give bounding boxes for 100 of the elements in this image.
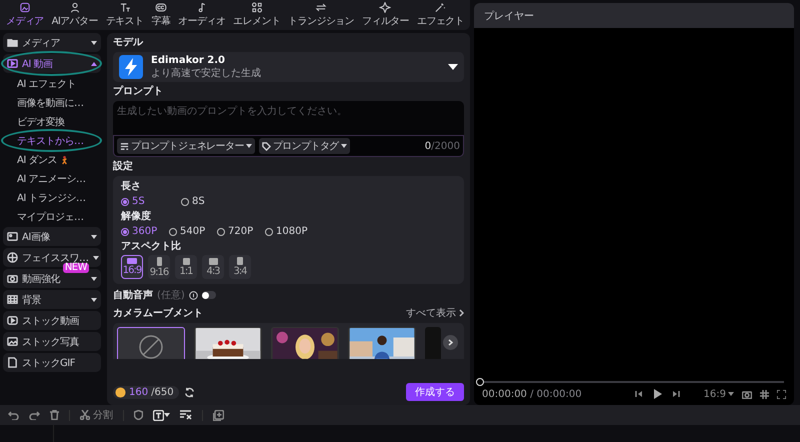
sidebar-item[interactable]: 背景 xyxy=(3,290,101,309)
sidebar-subitem[interactable]: ビデオ変換 xyxy=(3,113,101,130)
section-label: カメラムーブメント xyxy=(113,306,203,320)
prompt-field[interactable]: 生成したい動画のプロンプトを入力してください。 xyxy=(113,101,464,135)
tab[interactable]: エフェクト xyxy=(412,0,468,30)
file-icon xyxy=(7,357,18,368)
tab[interactable]: オーディオ xyxy=(174,0,230,30)
section-label: プロンプト xyxy=(113,85,164,98)
sidebar-item[interactable]: AI画像 xyxy=(3,227,101,246)
progress-handle[interactable] xyxy=(476,378,484,386)
radio-label: 8S xyxy=(192,196,205,207)
sidebar-item[interactable]: メディア xyxy=(3,33,101,52)
caret-icon xyxy=(728,392,734,396)
radio-button[interactable] xyxy=(121,198,129,206)
prompt-tool-button[interactable]: プロンプトジェネレーター xyxy=(117,138,255,154)
scissors-icon xyxy=(80,410,90,420)
video-icon xyxy=(7,58,18,69)
lightning-icon xyxy=(119,55,143,79)
play-button[interactable] xyxy=(653,389,662,399)
aspect-ratio-option[interactable]: 1:1 xyxy=(175,255,197,279)
tab[interactable]: トランジション xyxy=(284,0,358,30)
undo-button[interactable] xyxy=(8,410,19,420)
previous-frame-icon xyxy=(635,390,644,398)
sidebar-item[interactable]: 動画強化 xyxy=(3,269,101,288)
sidebar-item[interactable]: ストックGIF xyxy=(3,353,101,372)
sidebar-item[interactable]: ストック写真 xyxy=(3,332,101,351)
play-icon xyxy=(653,389,662,399)
sidebar-subitem[interactable]: AI アニメーシ… xyxy=(3,170,101,187)
radio-button[interactable] xyxy=(169,228,177,236)
caret-icon xyxy=(448,64,458,70)
aspect-ratio-option[interactable]: 16:9 xyxy=(121,255,143,279)
grid-button[interactable] xyxy=(760,390,769,398)
image-icon xyxy=(18,2,31,13)
sidebar-item[interactable]: ストック動画 xyxy=(3,311,101,330)
image-icon xyxy=(7,231,18,242)
timecode: 00:00:00 / 00:00:00 xyxy=(482,388,583,400)
clear-button[interactable] xyxy=(180,410,192,420)
setting-label: アスペクト比 xyxy=(121,240,182,253)
tab[interactable]: フィルター xyxy=(358,0,413,30)
previous-frame-button[interactable] xyxy=(635,389,644,399)
radio-button[interactable] xyxy=(121,228,129,236)
shield-icon xyxy=(134,410,143,420)
camera-move-option[interactable] xyxy=(348,327,416,359)
add-frame-button[interactable] xyxy=(213,410,224,420)
split-button[interactable]: 分割 xyxy=(80,408,113,422)
next-arrow-button[interactable] xyxy=(443,335,458,350)
tab[interactable]: テキスト xyxy=(102,0,148,30)
model-dropdown[interactable]: Edimakor 2.0 より高速で安定した生成 xyxy=(113,52,464,82)
radio-button[interactable] xyxy=(217,228,225,236)
fullscreen-button[interactable] xyxy=(777,390,786,398)
toggle-switch[interactable] xyxy=(202,291,216,299)
setting-label: 解像度 xyxy=(121,210,152,223)
redo-button[interactable] xyxy=(29,410,40,420)
text-style-button[interactable] xyxy=(153,410,170,420)
next-frame-button[interactable] xyxy=(672,389,680,399)
aspect-ratio-option[interactable]: 9:16 xyxy=(148,255,170,279)
see-all-link[interactable]: すべて表示 xyxy=(406,306,464,320)
chevron-right-icon xyxy=(448,339,453,346)
video-icon xyxy=(7,315,18,326)
aspect-ratio-option[interactable]: 3:4 xyxy=(229,255,251,279)
create-button[interactable]: 作成する xyxy=(406,383,464,401)
caption-icon xyxy=(154,2,167,13)
sidebar-subitem[interactable]: AI ダンス xyxy=(3,151,101,168)
text-box-icon xyxy=(153,410,164,420)
character-counter: 0/2000 xyxy=(424,140,460,152)
mask-button[interactable] xyxy=(134,410,143,420)
sidebar-subitem[interactable]: AI トランジシ… xyxy=(3,189,101,206)
aspect-ratio-dropdown[interactable]: 16:9 xyxy=(704,388,734,400)
grid-icon xyxy=(7,294,18,305)
music-note-icon xyxy=(196,2,208,13)
refresh-button[interactable] xyxy=(184,386,195,398)
delete-button[interactable] xyxy=(50,410,59,420)
sidebar-subitem[interactable]: テキストから… xyxy=(3,132,101,149)
camera-icon xyxy=(7,273,18,284)
sidebar-subitem[interactable]: AI エフェクト xyxy=(3,75,101,92)
tab[interactable]: AIアバター xyxy=(48,0,102,30)
radio-button[interactable] xyxy=(265,228,273,236)
radio-button[interactable] xyxy=(181,198,189,206)
camera-icon xyxy=(742,390,752,398)
frame-plus-icon xyxy=(213,410,224,420)
sidebar-subitem[interactable]: 画像を動画に… xyxy=(3,94,101,111)
tab[interactable]: エレメント xyxy=(229,0,284,30)
hint-text: (任意) xyxy=(157,288,185,302)
camera-move-option[interactable] xyxy=(271,327,339,359)
refresh-icon xyxy=(184,386,195,398)
caret-icon xyxy=(246,144,252,148)
rectangle-icon xyxy=(208,258,218,264)
globe-icon xyxy=(7,252,18,263)
coin-icon xyxy=(115,386,126,398)
tab[interactable]: メディア xyxy=(2,0,48,30)
prompt-tool-button[interactable]: プロンプトタグ xyxy=(258,138,350,154)
camera-move-option[interactable] xyxy=(194,327,262,359)
text-icon xyxy=(118,2,131,13)
aspect-ratio-option[interactable]: 4:3 xyxy=(202,255,224,279)
tab[interactable]: 字幕 xyxy=(147,0,174,30)
sidebar-item[interactable]: AI 動画 xyxy=(3,54,101,73)
sidebar-subitem[interactable]: マイプロジェ… xyxy=(3,208,101,225)
info-icon xyxy=(188,290,198,300)
snapshot-button[interactable] xyxy=(742,390,752,398)
setting-label: 自動音声 xyxy=(113,288,153,302)
